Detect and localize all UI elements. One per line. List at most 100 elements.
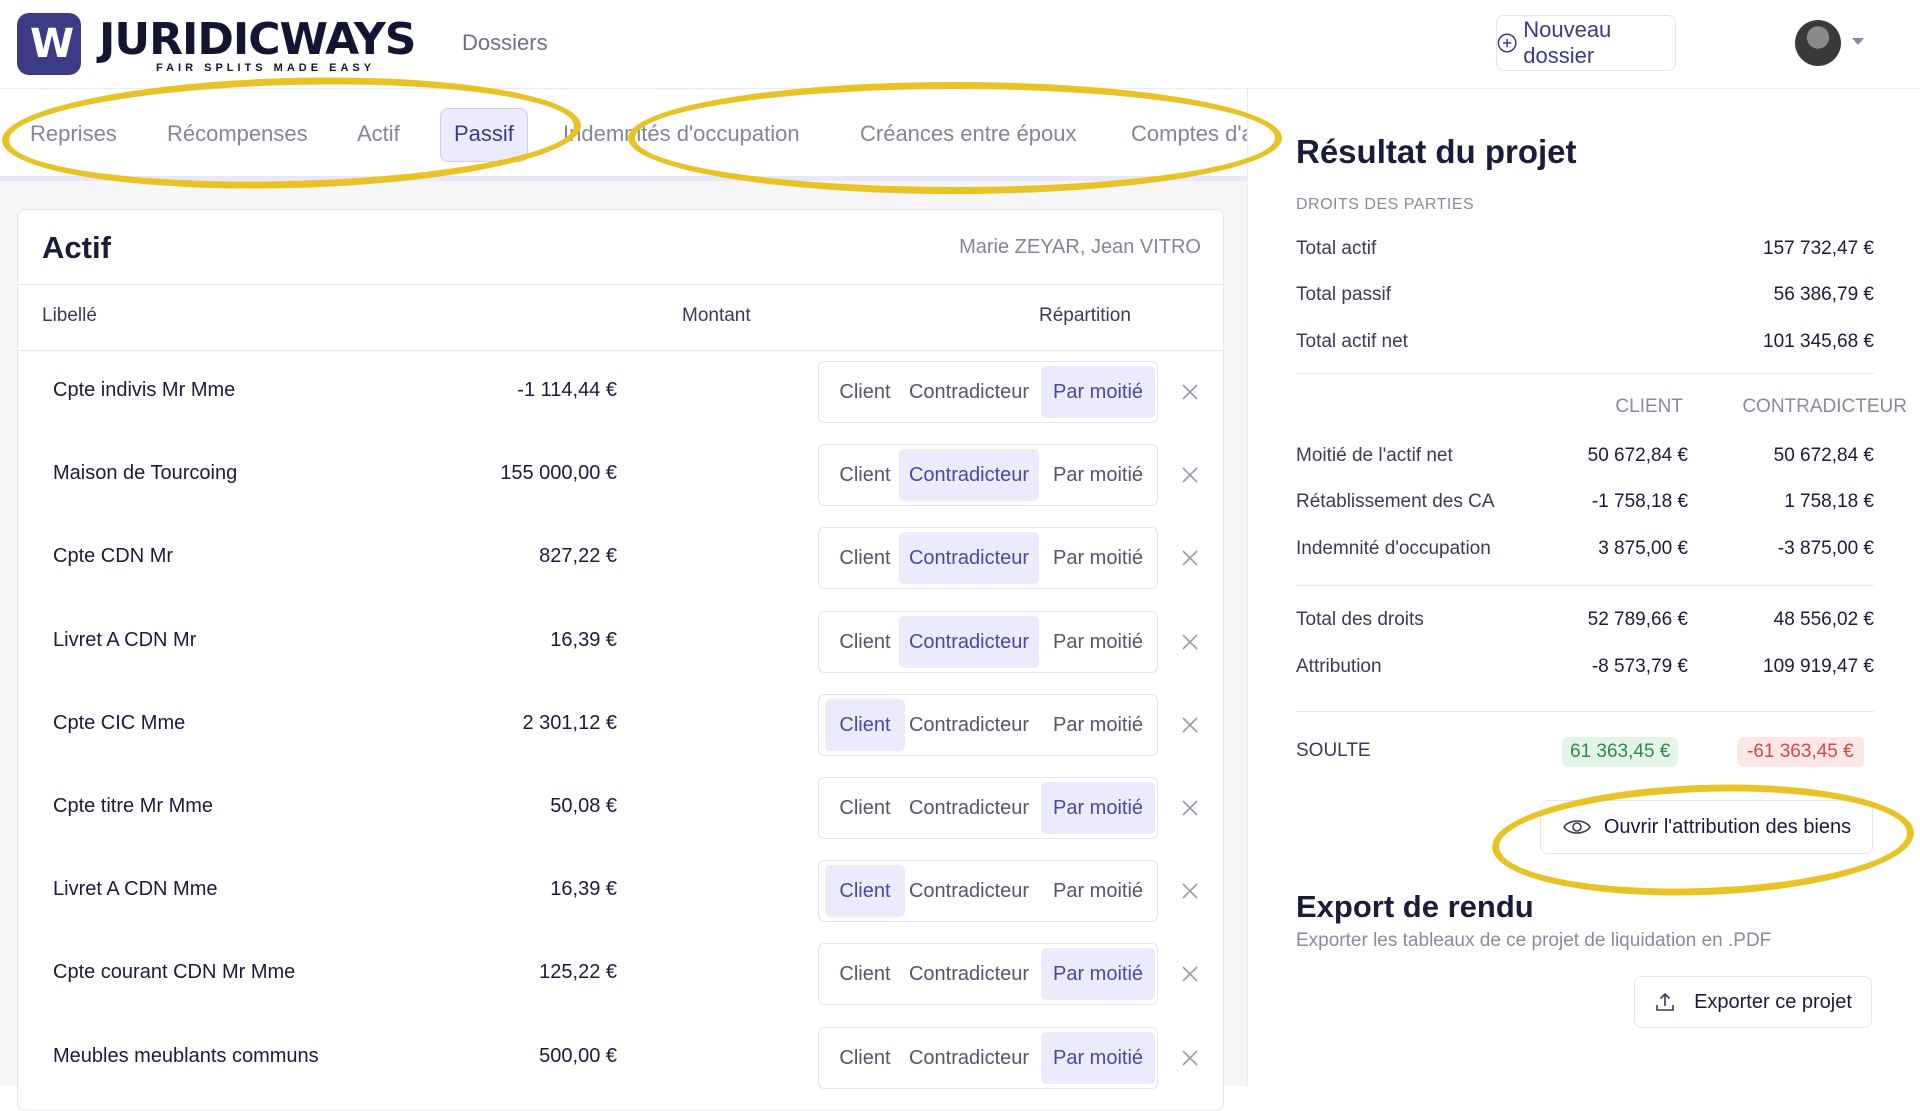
split-option-client[interactable]: Client xyxy=(825,449,905,501)
brand-logo[interactable]: W JURIDICWAYS FAIR SPLITS MADE EASY xyxy=(17,13,416,75)
split-option-client[interactable]: Client xyxy=(825,865,905,918)
row-amount: 155 000,00 € xyxy=(500,462,617,485)
indemnite-occupation-client: 3 875,00 € xyxy=(1598,538,1688,559)
actif-card: Actif Marie ZEYAR, Jean VITRO Libellé Mo… xyxy=(17,209,1224,1111)
remove-row-icon[interactable] xyxy=(1180,632,1200,652)
plus-circle-icon xyxy=(1497,33,1517,53)
split-option-contra[interactable]: Contradicteur xyxy=(899,532,1039,585)
export-description: Exporter les tableaux de ce projet de li… xyxy=(1296,930,1772,951)
total-passif-label: Total passif xyxy=(1296,284,1392,305)
total-actif-net-label: Total actif net xyxy=(1296,331,1408,352)
tab-recompenses[interactable]: Récompenses xyxy=(167,108,308,160)
split-option-contra[interactable]: Contradicteur xyxy=(899,1032,1039,1084)
row-amount: -1 114,44 € xyxy=(517,379,617,401)
tab-passif[interactable]: Passif xyxy=(440,108,528,162)
split-option-contra[interactable]: Contradicteur xyxy=(899,948,1039,1000)
split-option-half[interactable]: Par moitié xyxy=(1041,699,1155,751)
moitie-actif-net-label: Moitié de l'actif net xyxy=(1296,445,1453,466)
remove-row-icon[interactable] xyxy=(1180,548,1200,568)
split-option-client[interactable]: Client xyxy=(825,1032,905,1084)
split-option-contra[interactable]: Contradicteur xyxy=(899,699,1039,751)
export-title: Export de rendu xyxy=(1296,889,1534,924)
table-row: Maison de Tourcoing 155 000,00 € Client Con… xyxy=(18,434,1223,517)
row-label: Cpte CDN Mr xyxy=(53,545,174,568)
eye-icon xyxy=(1562,820,1591,834)
column-header-split: Répartition xyxy=(1039,305,1131,326)
total-droits-client: 52 789,66 € xyxy=(1587,609,1688,630)
row-label: Livret A CDN Mr xyxy=(53,628,197,651)
total-actif-net-value: 101 345,68 € xyxy=(1763,331,1874,352)
table-row: Cpte CIC Mme 2 301,12 € Client Contradicteu… xyxy=(18,684,1223,767)
split-option-half[interactable]: Par moitié xyxy=(1041,449,1155,501)
tabs-underline xyxy=(0,176,1247,181)
column-header-amount: Montant xyxy=(682,305,751,326)
moitie-actif-net-contra: 50 672,84 € xyxy=(1773,445,1874,466)
total-actif-label: Total actif xyxy=(1296,238,1377,259)
split-option-client[interactable]: Client xyxy=(825,782,905,834)
split-option-half[interactable]: Par moitié xyxy=(1041,782,1155,834)
remove-row-icon[interactable] xyxy=(1180,798,1200,818)
split-option-half[interactable]: Par moitié xyxy=(1041,616,1155,668)
indemnite-occupation-label: Indemnité d'occupation xyxy=(1296,538,1491,559)
card-divider xyxy=(18,284,1223,285)
attribution-contra: 109 919,47 € xyxy=(1763,656,1874,677)
tab-actif[interactable]: Actif xyxy=(357,108,400,160)
split-selector: Client Contradicteur Par moitié xyxy=(818,527,1158,590)
split-option-half[interactable]: Par moitié xyxy=(1041,366,1155,418)
split-option-client[interactable]: Client xyxy=(825,616,905,668)
table-row: Cpte indivis Mr Mme -1 114,44 € Client Cont… xyxy=(18,351,1223,434)
logo-name: JURIDICWAYS xyxy=(99,14,416,65)
split-option-half[interactable]: Par moitié xyxy=(1041,948,1155,1001)
tab-comptes-administration[interactable]: Comptes d'administration xyxy=(1131,108,1247,160)
rights-divider xyxy=(1296,585,1874,586)
total-actif-value: 157 732,47 € xyxy=(1763,238,1874,259)
remove-row-icon[interactable] xyxy=(1180,1048,1200,1068)
split-option-contra[interactable]: Contradicteur xyxy=(899,449,1039,502)
split-option-contra[interactable]: Contradicteur xyxy=(899,782,1039,834)
table-row: Livret A CDN Mr 16,39 € Client Contradicteu… xyxy=(18,601,1223,684)
result-subtitle: DROITS DES PARTIES xyxy=(1296,196,1475,213)
row-label: Cpte CIC Mme xyxy=(53,711,186,734)
split-option-contra[interactable]: Contradicteur xyxy=(899,615,1039,668)
split-option-half[interactable]: Par moitié xyxy=(1041,532,1155,584)
split-selector: Client Contradicteur Par moitié xyxy=(818,777,1158,839)
panel-divider xyxy=(1247,88,1248,1086)
column-header-label: Libellé xyxy=(42,305,97,326)
row-label: Cpte courant CDN Mr Mme xyxy=(53,961,296,984)
open-attribution-button[interactable]: Ouvrir l'attribution des biens xyxy=(1540,800,1873,854)
row-label: Maison de Tourcoing xyxy=(53,462,238,485)
split-option-client[interactable]: Client xyxy=(825,366,905,418)
tab-reprises[interactable]: Reprises xyxy=(30,108,117,160)
chevron-down-icon[interactable] xyxy=(1852,38,1864,45)
remove-row-icon[interactable] xyxy=(1180,465,1200,485)
remove-row-icon[interactable] xyxy=(1180,382,1200,402)
nav-link-dossiers[interactable]: Dossiers xyxy=(462,30,548,56)
column-header-contradicteur: CONTRADICTEUR xyxy=(1742,396,1907,417)
split-option-contra[interactable]: Contradicteur xyxy=(899,865,1039,917)
split-option-half[interactable]: Par moitié xyxy=(1041,1031,1155,1084)
retablissement-ca-contra: 1 758,18 € xyxy=(1784,491,1874,512)
export-project-button[interactable]: Exporter ce projet xyxy=(1634,976,1872,1028)
split-selector: Client Contradicteur Par moitié xyxy=(818,860,1158,923)
split-option-contra[interactable]: Contradicteur xyxy=(899,366,1039,418)
remove-row-icon[interactable] xyxy=(1180,964,1200,984)
card-title: Actif xyxy=(42,230,111,265)
user-avatar[interactable] xyxy=(1795,20,1841,66)
row-label: Cpte titre Mr Mme xyxy=(53,795,214,817)
tab-creances-entre-epoux[interactable]: Créances entre époux xyxy=(860,108,1076,160)
soulte-label: SOULTE xyxy=(1296,740,1371,761)
split-option-half[interactable]: Par moitié xyxy=(1041,865,1155,917)
split-option-client[interactable]: Client xyxy=(825,532,905,584)
split-option-client[interactable]: Client xyxy=(825,698,905,751)
section-tabs: Reprises Récompenses Actif Passif Indemn… xyxy=(0,90,1247,178)
split-option-client[interactable]: Client xyxy=(825,948,905,1000)
new-dossier-button[interactable]: Nouveau dossier xyxy=(1496,15,1676,71)
remove-row-icon[interactable] xyxy=(1180,881,1200,901)
split-selector: Client Contradicteur Par moitié xyxy=(818,943,1158,1006)
total-droits-label: Total des droits xyxy=(1296,609,1424,630)
row-amount: 500,00 € xyxy=(539,1044,617,1067)
row-label: Cpte indivis Mr Mme xyxy=(53,379,236,401)
soulte-contra-badge: -61 363,45 € xyxy=(1737,737,1864,767)
tab-indemnites-occupation[interactable]: Indemnités d'occupation xyxy=(563,108,800,160)
remove-row-icon[interactable] xyxy=(1180,715,1200,735)
